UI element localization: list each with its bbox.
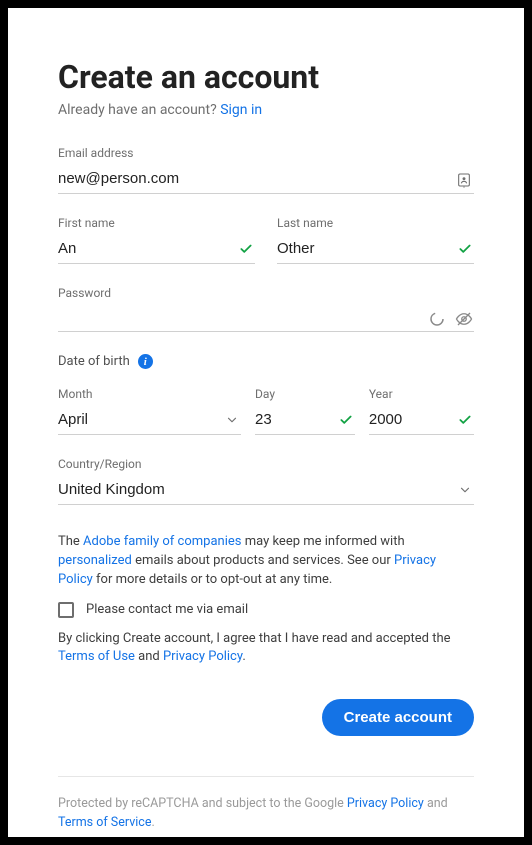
password-field[interactable] xyxy=(58,306,474,332)
lastname-label: Last name xyxy=(277,216,474,230)
google-tos-link[interactable]: Terms of Service xyxy=(58,815,151,830)
contact-email-checkbox[interactable] xyxy=(58,602,74,618)
lastname-field[interactable] xyxy=(277,236,474,264)
chevron-down-icon xyxy=(225,413,239,427)
signup-card: Create an account Already have an accoun… xyxy=(8,8,524,837)
divider xyxy=(58,776,474,777)
tos-disclosure: By clicking Create account, I agree that… xyxy=(58,630,474,668)
adobe-companies-link[interactable]: Adobe family of companies xyxy=(83,534,241,549)
check-icon xyxy=(339,413,353,427)
dob-heading: Date of birth xyxy=(58,354,130,369)
sign-in-link[interactable]: Sign in xyxy=(220,102,262,118)
terms-of-use-link[interactable]: Terms of Use xyxy=(58,649,135,664)
check-icon xyxy=(458,242,472,256)
marketing-disclosure: The Adobe family of companies may keep m… xyxy=(58,533,474,590)
country-select[interactable] xyxy=(58,477,474,505)
firstname-label: First name xyxy=(58,216,255,230)
month-label: Month xyxy=(58,387,241,401)
eye-off-icon[interactable] xyxy=(454,310,474,328)
check-icon xyxy=(458,413,472,427)
password-label: Password xyxy=(58,286,474,300)
chevron-down-icon xyxy=(458,483,472,497)
month-select[interactable] xyxy=(58,407,241,435)
email-field[interactable] xyxy=(58,166,474,194)
create-account-button[interactable]: Create account xyxy=(322,699,474,736)
page-title: Create an account xyxy=(58,58,474,96)
contact-email-label: Please contact me via email xyxy=(86,602,248,617)
check-icon xyxy=(239,242,253,256)
already-text: Already have an account? xyxy=(58,102,217,118)
already-have-account: Already have an account? Sign in xyxy=(58,102,474,118)
country-label: Country/Region xyxy=(58,457,474,471)
email-label: Email address xyxy=(58,146,474,160)
spinner-icon xyxy=(428,310,446,328)
recaptcha-footer: Protected by reCAPTCHA and subject to th… xyxy=(58,795,474,833)
day-label: Day xyxy=(255,387,355,401)
year-label: Year xyxy=(369,387,474,401)
google-privacy-link[interactable]: Privacy Policy xyxy=(347,796,424,811)
info-icon[interactable]: i xyxy=(138,354,153,369)
personalized-link[interactable]: personalized xyxy=(58,553,132,568)
firstname-field[interactable] xyxy=(58,236,255,264)
contact-card-icon xyxy=(456,172,472,188)
privacy-policy-link[interactable]: Privacy Policy xyxy=(163,649,242,664)
